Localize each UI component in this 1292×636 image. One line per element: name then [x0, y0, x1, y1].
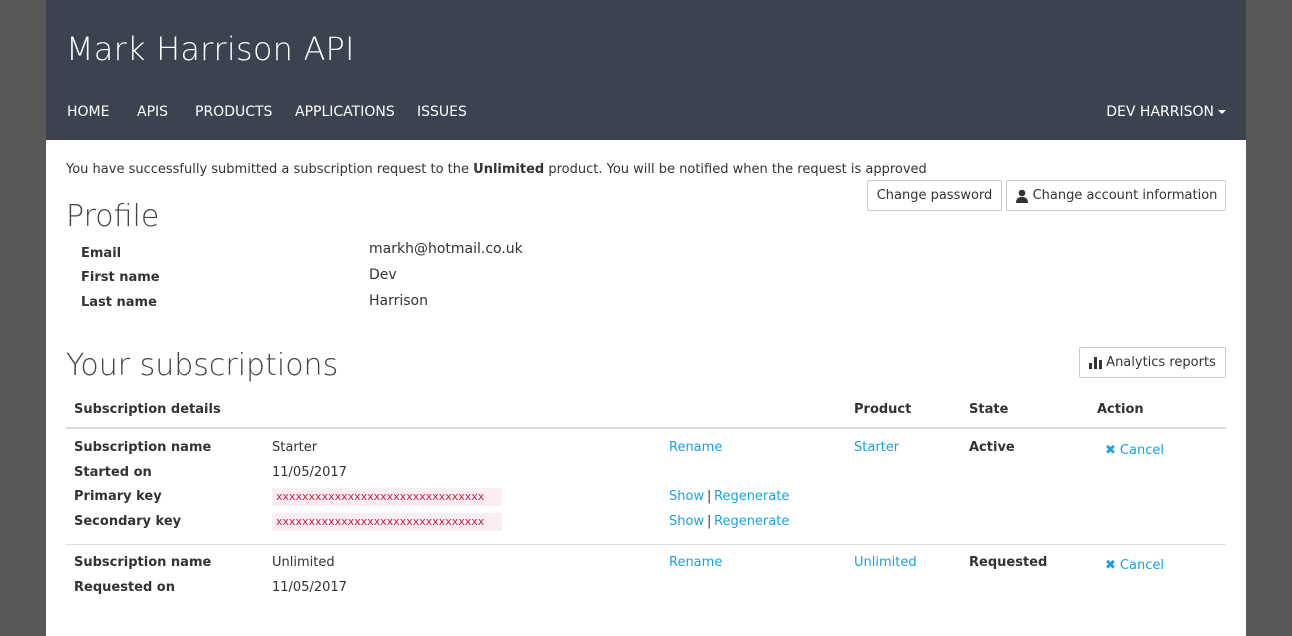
sub1-secondary-key-label: Secondary key [74, 514, 182, 529]
sub1-product-link[interactable]: Starter [854, 440, 899, 455]
site-title[interactable]: Mark Harrison API [66, 30, 355, 68]
success-notice: You have successfully submitted a subscr… [66, 162, 927, 177]
notice-text-after: product. You will be notified when the r… [544, 162, 927, 177]
row-divider [66, 544, 1226, 545]
sub2-requested-value: 11/05/2017 [272, 580, 347, 595]
sub2-name-label: Subscription name [74, 555, 212, 570]
col-header-state: State [969, 402, 1009, 417]
subscriptions-heading: Your subscriptions [66, 348, 339, 383]
caret-down-icon [1218, 110, 1226, 114]
sub2-state: Requested [969, 555, 1048, 570]
profile-last-name-value: Harrison [369, 293, 428, 309]
sub2-product-link[interactable]: Unlimited [854, 555, 917, 570]
sub1-primary-show-link[interactable]: Show [669, 489, 704, 504]
change-password-label: Change password [876, 188, 993, 203]
site-header: Mark Harrison API HOME APIS PRODUCTS APP… [46, 0, 1246, 140]
sub1-started-value: 11/05/2017 [272, 465, 347, 480]
col-header-details: Subscription details [74, 402, 221, 417]
sub1-secondary-regenerate-link[interactable]: Regenerate [714, 514, 789, 529]
close-icon: ✖ [1105, 443, 1116, 458]
profile-heading: Profile [66, 199, 160, 234]
sub2-cancel-label: Cancel [1119, 558, 1164, 573]
notice-product: Unlimited [473, 162, 545, 177]
user-menu[interactable]: DEV HARRISON [1106, 104, 1226, 120]
profile-first-name-label: First name [81, 270, 160, 285]
sub1-primary-regenerate-link[interactable]: Regenerate [714, 489, 789, 504]
profile-email-value: markh@hotmail.co.uk [369, 241, 523, 257]
sub1-cancel-label: Cancel [1119, 443, 1164, 458]
profile-first-name-value: Dev [369, 267, 397, 283]
change-account-label: Change account information [1032, 188, 1218, 203]
nav-issues[interactable]: ISSUES [417, 104, 467, 120]
sub1-primary-separator: | [707, 489, 712, 504]
sub1-primary-key-value: xxxxxxxxxxxxxxxxxxxxxxxxxxxxxxxx [272, 488, 502, 506]
sub1-name-value: Starter [272, 440, 318, 455]
notice-text-before: You have successfully submitted a subscr… [66, 162, 474, 177]
close-icon: ✖ [1105, 558, 1116, 573]
change-password-button[interactable]: Change password [867, 180, 1002, 211]
sub1-secondary-separator: | [707, 514, 712, 529]
page: Mark Harrison API HOME APIS PRODUCTS APP… [46, 0, 1246, 636]
col-header-action: Action [1097, 402, 1144, 417]
sub1-rename-link[interactable]: Rename [669, 440, 722, 455]
col-header-product: Product [854, 402, 912, 417]
sub2-cancel-link[interactable]: ✖ Cancel [1105, 558, 1164, 573]
bar-chart-icon [1089, 356, 1103, 369]
sub1-cancel-link[interactable]: ✖ Cancel [1105, 443, 1164, 458]
sub1-secondary-show-link[interactable]: Show [669, 514, 704, 529]
sub1-name-label: Subscription name [74, 440, 212, 455]
user-name: DEV HARRISON [1106, 104, 1214, 120]
profile-email-label: Email [81, 246, 122, 261]
nav-home[interactable]: HOME [67, 104, 109, 120]
sub1-secondary-key-value: xxxxxxxxxxxxxxxxxxxxxxxxxxxxxxxx [272, 513, 502, 531]
table-header-divider [66, 427, 1226, 429]
sub2-rename-link[interactable]: Rename [669, 555, 722, 570]
sub1-primary-key-label: Primary key [74, 489, 162, 504]
sub2-requested-label: Requested on [74, 580, 175, 595]
change-account-button[interactable]: Change account information [1006, 180, 1226, 211]
sub2-name-value: Unlimited [272, 555, 335, 570]
nav-apis[interactable]: APIS [137, 104, 168, 120]
sub1-state: Active [969, 440, 1015, 455]
nav-applications[interactable]: APPLICATIONS [295, 104, 395, 120]
analytics-label: Analytics reports [1106, 355, 1216, 370]
analytics-reports-button[interactable]: Analytics reports [1079, 347, 1226, 378]
user-icon [1015, 189, 1028, 203]
sub1-started-label: Started on [74, 465, 152, 480]
profile-last-name-label: Last name [81, 295, 157, 310]
nav-products[interactable]: PRODUCTS [195, 104, 272, 120]
